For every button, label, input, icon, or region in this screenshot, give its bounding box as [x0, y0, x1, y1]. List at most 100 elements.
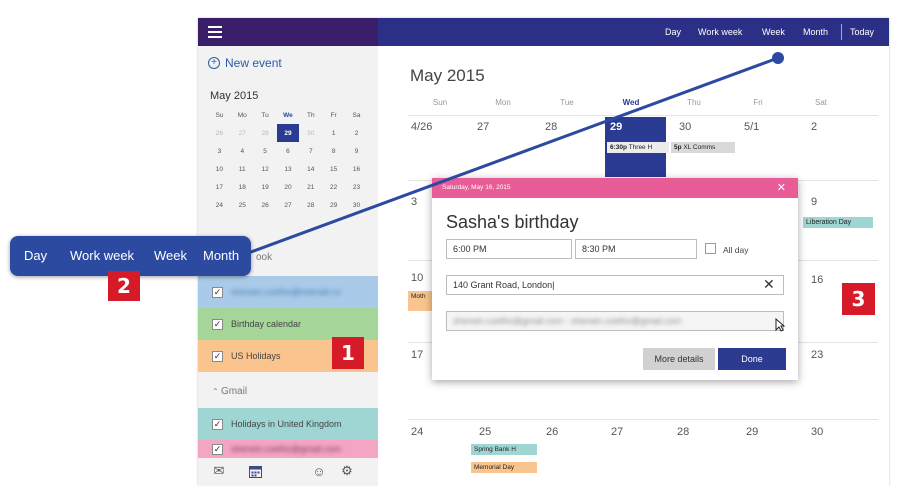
mini-day[interactable]: 27: [277, 196, 300, 214]
mini-day[interactable]: 1: [322, 124, 345, 142]
mini-day[interactable]: 24: [208, 196, 231, 214]
day-number[interactable]: 27: [611, 426, 623, 438]
calendar-icon[interactable]: [248, 464, 262, 478]
event-time: 6:30p: [610, 144, 627, 151]
done-button[interactable]: Done: [718, 348, 786, 370]
plus-icon: +: [208, 57, 220, 69]
checkbox-checked-icon[interactable]: ✓: [212, 350, 223, 362]
day-number[interactable]: 16: [811, 274, 823, 286]
calendar-item-account[interactable]: ✓ sherwin.coelho@hotmail.co: [198, 276, 378, 308]
mini-day[interactable]: 20: [277, 178, 300, 196]
mini-day[interactable]: 30: [345, 196, 368, 214]
mini-day[interactable]: 2: [345, 124, 368, 142]
event-title-input[interactable]: Sasha's birthday: [446, 212, 579, 233]
day-number[interactable]: 25: [479, 426, 491, 438]
mini-day[interactable]: 30: [299, 124, 322, 142]
mini-day[interactable]: 17: [208, 178, 231, 196]
mini-day[interactable]: 23: [345, 178, 368, 196]
mini-day[interactable]: 14: [299, 160, 322, 178]
day-number[interactable]: 30: [811, 426, 823, 438]
mini-day[interactable]: 28: [299, 196, 322, 214]
calendar-item-label: sherwin.coelho@hotmail.co: [231, 287, 342, 297]
location-field[interactable]: 140 Grant Road, London|: [446, 275, 784, 295]
close-icon[interactable]: ✕: [777, 181, 786, 194]
event-liberation-day[interactable]: Liberation Day: [803, 217, 873, 228]
clear-location-icon[interactable]: ✕: [763, 276, 775, 293]
mini-day[interactable]: 12: [254, 160, 277, 178]
mail-icon[interactable]: ✉: [212, 463, 226, 478]
mini-day[interactable]: 18: [231, 178, 254, 196]
outlook-section-label[interactable]: ook: [256, 252, 272, 263]
mini-day[interactable]: 15: [322, 160, 345, 178]
event-xl-comms[interactable]: 5p XL Comms: [671, 142, 735, 153]
day-number-selected[interactable]: 29: [610, 121, 622, 133]
day-number[interactable]: 26: [546, 426, 558, 438]
day-number[interactable]: 24: [411, 426, 423, 438]
attendees-field[interactable]: sherwin.coelho@gmail.com - sherwin.coelh…: [446, 311, 784, 331]
new-event-button[interactable]: + New event: [208, 56, 282, 70]
day-number[interactable]: 10: [411, 272, 423, 284]
smiley-feedback-icon[interactable]: ☺: [312, 464, 326, 479]
mini-day[interactable]: 26: [208, 124, 231, 142]
all-day-checkbox[interactable]: [705, 243, 716, 254]
event-title: XL Comms: [683, 144, 716, 151]
checkbox-checked-icon[interactable]: ✓: [212, 444, 223, 455]
mini-day[interactable]: 25: [231, 196, 254, 214]
day-number[interactable]: 17: [411, 349, 423, 361]
event-quick-edit-dialog: Saturday, May 16, 2015 ✕ Sasha's birthda…: [432, 178, 798, 380]
day-number[interactable]: 2: [811, 121, 817, 133]
mini-day[interactable]: 16: [345, 160, 368, 178]
mini-day-selected[interactable]: 29: [276, 124, 300, 142]
mini-day[interactable]: 22: [322, 178, 345, 196]
mini-day[interactable]: 11: [231, 160, 254, 178]
mini-day[interactable]: 10: [208, 160, 231, 178]
calendar-item-birthday[interactable]: ✓ Birthday calendar: [198, 308, 378, 340]
mini-day[interactable]: 7: [299, 142, 322, 160]
view-week-tab[interactable]: Week: [762, 27, 785, 37]
mini-day[interactable]: 27: [231, 124, 254, 142]
mini-day[interactable]: 19: [254, 178, 277, 196]
view-month-tab[interactable]: Month: [803, 27, 828, 37]
event-mothers-day[interactable]: Moth: [408, 291, 432, 311]
event-spring-bank-holiday[interactable]: Spring Bank H: [471, 444, 537, 455]
mini-day[interactable]: 3: [208, 142, 231, 160]
month-title: May 2015: [410, 66, 485, 85]
event-memorial-day[interactable]: Memorial Day: [471, 462, 537, 473]
checkbox-checked-icon[interactable]: ✓: [212, 286, 223, 298]
mini-day[interactable]: 4: [231, 142, 254, 160]
mini-day[interactable]: 5: [254, 142, 277, 160]
mini-day[interactable]: 28: [254, 124, 277, 142]
mini-day[interactable]: 26: [254, 196, 277, 214]
sidebar-bottom-bar: ✉ ☺ ⚙: [198, 458, 378, 486]
gmail-section-header[interactable]: ⌃ Gmail: [212, 386, 247, 397]
day-number[interactable]: 23: [811, 349, 823, 361]
day-number[interactable]: 28: [545, 121, 557, 133]
calendar-item-gmail-account[interactable]: ✓ sherwin.coelho@gmail.com: [198, 440, 378, 458]
day-number[interactable]: 5/1: [744, 121, 759, 133]
mini-day[interactable]: 8: [322, 142, 345, 160]
mini-day[interactable]: 21: [299, 178, 322, 196]
view-day-tab[interactable]: Day: [665, 27, 681, 37]
checkbox-checked-icon[interactable]: ✓: [212, 318, 223, 330]
calendar-item-uk-holidays[interactable]: ✓ Holidays in United Kingdom: [198, 408, 378, 440]
settings-gear-icon[interactable]: ⚙: [340, 463, 354, 478]
day-number[interactable]: 27: [477, 121, 489, 133]
start-time-field[interactable]: 6:00 PM: [446, 239, 572, 259]
day-number[interactable]: 30: [679, 121, 691, 133]
event-three[interactable]: 6:30p Three H: [607, 142, 669, 153]
day-number[interactable]: 9: [811, 196, 817, 208]
day-number[interactable]: 3: [411, 196, 417, 208]
mini-day[interactable]: 6: [277, 142, 300, 160]
more-details-button[interactable]: More details: [643, 348, 715, 370]
today-button[interactable]: Today: [850, 27, 874, 37]
view-work-week-tab[interactable]: Work week: [698, 27, 742, 37]
day-number[interactable]: 4/26: [411, 121, 432, 133]
mini-day[interactable]: 29: [322, 196, 345, 214]
end-time-field[interactable]: 8:30 PM: [575, 239, 697, 259]
checkbox-checked-icon[interactable]: ✓: [212, 418, 223, 430]
day-number[interactable]: 29: [746, 426, 758, 438]
mini-day[interactable]: 13: [277, 160, 300, 178]
mini-day[interactable]: 9: [345, 142, 368, 160]
day-number[interactable]: 28: [677, 426, 689, 438]
hamburger-menu-icon[interactable]: [208, 26, 222, 38]
